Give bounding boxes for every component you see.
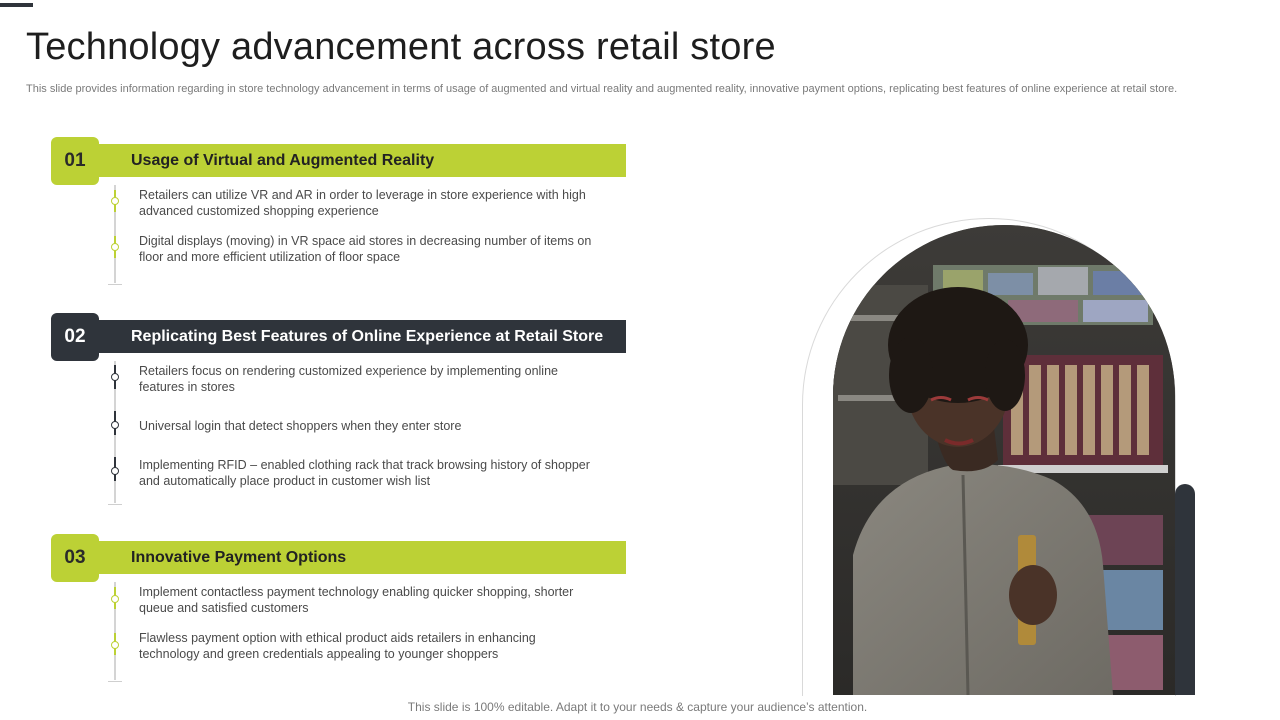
bullet-text: Retailers focus on rendering customized …	[139, 364, 558, 394]
section-03: 03 Innovative Payment Options Implement …	[51, 534, 631, 684]
bullet-text: Implementing RFID – enabled clothing rac…	[139, 458, 590, 488]
side-accent-bar	[1175, 484, 1195, 695]
section-01: 01 Usage of Virtual and Augmented Realit…	[51, 137, 631, 287]
corner-accent-bar	[0, 3, 33, 7]
timeline-cap	[108, 284, 122, 285]
section-02: 02 Replicating Best Features of Online E…	[51, 313, 631, 508]
woman-shopping-photo	[833, 225, 1175, 695]
bullet-text: Implement contactless payment technology…	[139, 585, 574, 615]
timeline-dot	[111, 197, 119, 205]
timeline-dot	[111, 467, 119, 475]
photo-illustration	[833, 225, 1175, 695]
page-subtitle: This slide provides information regardin…	[26, 83, 1178, 95]
timeline-dot	[111, 641, 119, 649]
bullet-text: Retailers can utilize VR and AR in order…	[139, 188, 586, 218]
bullet-text: Universal login that detect shoppers whe…	[139, 419, 462, 433]
section-heading: Replicating Best Features of Online Expe…	[99, 320, 626, 353]
bullet-text: Flawless payment option with ethical pro…	[139, 631, 536, 661]
timeline-cap	[108, 681, 122, 682]
section-heading: Innovative Payment Options	[99, 541, 626, 574]
section-number-badge: 01	[51, 137, 99, 185]
section-number-badge: 02	[51, 313, 99, 361]
timeline-dot	[111, 595, 119, 603]
timeline-dot	[111, 243, 119, 251]
timeline-dot	[111, 421, 119, 429]
section-heading: Usage of Virtual and Augmented Reality	[99, 144, 626, 177]
timeline-dot	[111, 373, 119, 381]
bullet-text: Digital displays (moving) in VR space ai…	[139, 234, 592, 264]
footer-note: This slide is 100% editable. Adapt it to…	[407, 700, 868, 714]
page-title: Technology advancement across retail sto…	[26, 26, 776, 68]
timeline-cap	[108, 504, 122, 505]
section-number-badge: 03	[51, 534, 99, 582]
